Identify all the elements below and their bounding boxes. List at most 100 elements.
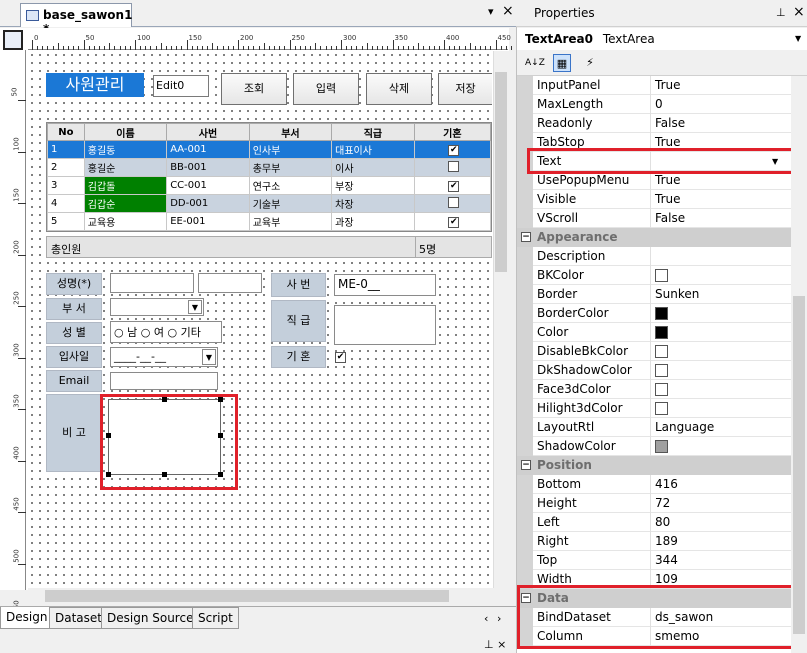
property-row-color[interactable]: Color [517, 323, 791, 342]
property-row-bottom[interactable]: Bottom 416 [517, 475, 791, 494]
grid-header-rank[interactable]: 직급 [331, 123, 415, 141]
tab-design[interactable]: Design [0, 607, 54, 629]
color-swatch[interactable] [655, 326, 668, 339]
grid-cell-dept[interactable]: 교육부 [248, 212, 333, 231]
close-panel-icon[interactable]: × [793, 4, 805, 20]
property-value[interactable]: 189 [655, 534, 678, 548]
collapse-icon[interactable]: − [521, 460, 531, 470]
married-checkbox[interactable]: ✔ [448, 180, 460, 192]
color-swatch[interactable] [655, 440, 668, 453]
color-swatch[interactable] [655, 402, 668, 415]
property-row-visible[interactable]: Visible True [517, 190, 791, 209]
grid-cell-rank[interactable]: 차장 [331, 194, 415, 213]
grid-cell-rank[interactable]: 부장 [331, 176, 415, 195]
gender-radio-group[interactable]: ○ 남 ○ 여 ○ 기타 [110, 321, 222, 343]
radio-other-icon[interactable]: ○ [167, 326, 177, 339]
grid-cell-no[interactable]: 4 [47, 194, 85, 213]
property-row-maxlength[interactable]: MaxLength 0 [517, 95, 791, 114]
married-checkbox[interactable] [448, 196, 460, 208]
grid-cell-id[interactable]: BB-001 [166, 158, 250, 177]
color-swatch[interactable] [655, 269, 668, 282]
grid-cell-rank[interactable]: 대표이사 [331, 140, 415, 159]
chevron-down-icon[interactable]: ▼ [795, 34, 801, 43]
edit0-field[interactable]: Edit0 [153, 75, 209, 97]
join-date-field[interactable]: ____-__-__ ▼ [110, 347, 218, 367]
object-selector[interactable]: TextArea0 TextArea ▼ [517, 28, 807, 50]
table-row[interactable]: 4 김갑순 DD-001 기술부 차장 [47, 194, 491, 213]
grid-cell-married[interactable] [413, 194, 491, 213]
grid-cell-name[interactable]: 김갑돌 [83, 176, 168, 195]
grid-cell-married[interactable]: ✔ [413, 140, 491, 159]
property-value[interactable]: Sunken [655, 287, 699, 301]
grid-cell-id[interactable]: AA-001 [166, 140, 250, 159]
sort-alpha-icon[interactable]: A↓Z [525, 54, 545, 72]
property-value[interactable]: Language [655, 420, 714, 434]
property-category[interactable]: − Position [517, 456, 791, 475]
pin-icon[interactable]: ⊥ [776, 6, 786, 19]
canvas-vertical-scroll-thumb[interactable] [495, 72, 507, 272]
property-row-top[interactable]: Top 344 [517, 551, 791, 570]
property-value[interactable]: 344 [655, 553, 678, 567]
grid-header-id[interactable]: 사번 [166, 123, 250, 141]
property-row-bordercolor[interactable]: BorderColor [517, 304, 791, 323]
grid-cell-dept[interactable]: 연구소 [248, 176, 333, 195]
grid-cell-id[interactable]: EE-001 [166, 212, 250, 231]
table-row[interactable]: 1 홍길동 AA-001 인사부 대표이사 ✔ [47, 140, 491, 159]
property-row-readonly[interactable]: Readonly False [517, 114, 791, 133]
canvas-horizontal-scroll-thumb[interactable] [45, 590, 449, 602]
married-checkbox[interactable]: ✔ [448, 216, 460, 228]
color-swatch[interactable] [655, 345, 668, 358]
property-value[interactable]: True [655, 78, 681, 92]
grid-cell-married[interactable]: ✔ [413, 212, 491, 231]
property-row-disablebkcolor[interactable]: DisableBkColor [517, 342, 791, 361]
property-row-left[interactable]: Left 80 [517, 513, 791, 532]
property-value[interactable]: False [655, 211, 685, 225]
grid-cell-name[interactable]: 홍길순 [83, 158, 168, 177]
rank-listbox[interactable] [334, 305, 436, 345]
color-swatch[interactable] [655, 383, 668, 396]
grid-cell-rank[interactable]: 과장 [331, 212, 415, 231]
married-checkbox[interactable] [448, 160, 460, 172]
grid-cell-no[interactable]: 5 [47, 212, 85, 231]
grid-cell-no[interactable]: 1 [47, 140, 85, 159]
grid-cell-dept[interactable]: 인사부 [248, 140, 333, 159]
collapse-icon[interactable]: − [521, 232, 531, 242]
property-row-dkshadowcolor[interactable]: DkShadowColor [517, 361, 791, 380]
tab-scroll-left-icon[interactable]: ‹ [484, 612, 488, 625]
search-button[interactable]: 조회 [221, 73, 287, 105]
events-icon[interactable]: ⚡ [581, 54, 599, 72]
grid-cell-name[interactable]: 교육용 [83, 212, 168, 231]
property-value[interactable]: 72 [655, 496, 670, 510]
delete-button[interactable]: 삭제 [366, 73, 432, 105]
grid-header-dept[interactable]: 부서 [248, 123, 333, 141]
property-value[interactable]: 80 [655, 515, 670, 529]
grid-cell-no[interactable]: 3 [47, 176, 85, 195]
tab-scroll-right-icon[interactable]: › [497, 612, 501, 625]
name-input[interactable] [110, 273, 194, 293]
property-row-height[interactable]: Height 72 [517, 494, 791, 513]
grid-cell-id[interactable]: CC-001 [166, 176, 250, 195]
grid-cell-dept[interactable]: 기술부 [248, 194, 333, 213]
insert-button[interactable]: 입력 [293, 73, 359, 105]
empno-field[interactable]: ME-0__ [334, 274, 436, 296]
employee-grid[interactable]: No 이름 사번 부서 직급 기혼 1 홍길동 AA-001 인사부 대표이사 ✔ 2 홍길순… [46, 122, 492, 232]
color-swatch[interactable] [655, 364, 668, 377]
name-input-2[interactable] [198, 273, 262, 293]
radio-male-icon[interactable]: ○ [114, 326, 124, 339]
grid-cell-rank[interactable]: 이사 [331, 158, 415, 177]
property-value[interactable]: True [655, 135, 681, 149]
property-row-shadowcolor[interactable]: ShadowColor [517, 437, 791, 456]
email-field[interactable] [110, 372, 218, 390]
tab-design-source[interactable]: Design Source [101, 607, 200, 629]
property-row-border[interactable]: Border Sunken [517, 285, 791, 304]
property-row-hilight3dcolor[interactable]: Hilight3dColor [517, 399, 791, 418]
property-row-inputpanel[interactable]: InputPanel True [517, 76, 791, 95]
grid-cell-name[interactable]: 홍길동 [83, 140, 168, 159]
grid-cell-id[interactable]: DD-001 [166, 194, 250, 213]
property-row-right[interactable]: Right 189 [517, 532, 791, 551]
document-tab[interactable]: base_sawon1 * [20, 3, 132, 36]
property-category[interactable]: − Appearance [517, 228, 791, 247]
grid-header-no[interactable]: No [47, 123, 85, 141]
chevron-down-icon[interactable]: ▼ [188, 300, 202, 314]
grid-cell-dept[interactable]: 총무부 [248, 158, 333, 177]
